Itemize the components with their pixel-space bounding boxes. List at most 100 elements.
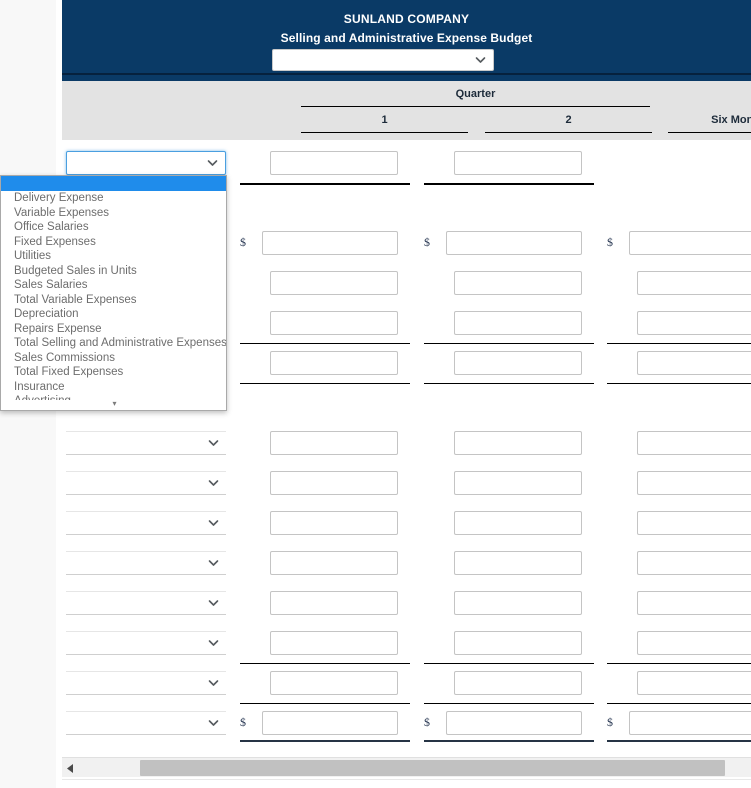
dropdown-option[interactable]: Delivery Expense xyxy=(1,191,226,206)
expense-line-select-row11[interactable] xyxy=(66,671,226,695)
expense-line-select-row10[interactable] xyxy=(66,631,226,655)
column-group-quarter: Quarter xyxy=(455,88,496,100)
amount-input-q2-row0[interactable] xyxy=(454,151,582,175)
period-select-wrapper[interactable] xyxy=(272,49,494,71)
amount-input-six-months-row5[interactable] xyxy=(637,431,751,455)
subtotal-rule-q2-d xyxy=(424,703,594,704)
amount-input-q2-row1[interactable] xyxy=(446,231,582,255)
dropdown-option[interactable]: Fixed Expenses xyxy=(1,235,226,250)
dropdown-option[interactable]: Insurance xyxy=(1,380,226,395)
amount-input-six-months-row8[interactable] xyxy=(637,551,751,575)
quarter-group-underline xyxy=(301,106,650,107)
amount-input-six-months-row3[interactable] xyxy=(637,311,751,335)
expense-line-select-row7[interactable] xyxy=(66,511,226,535)
amount-input-six-months-row1[interactable] xyxy=(629,231,751,255)
currency-symbol: $ xyxy=(424,715,430,729)
amount-input-q2-row2[interactable] xyxy=(454,271,582,295)
expense-line-select-row5[interactable] xyxy=(66,431,226,455)
horizontal-scrollbar-thumb[interactable] xyxy=(140,760,725,776)
grand-total-rule-six xyxy=(607,740,751,742)
dropdown-option[interactable]: Variable Expenses xyxy=(1,206,226,221)
dropdown-option[interactable]: Total Fixed Expenses xyxy=(1,365,226,380)
subtotal-rule-q1-top xyxy=(240,183,410,185)
amount-input-q1-row3[interactable] xyxy=(270,311,398,335)
dropdown-option[interactable]: Total Variable Expenses xyxy=(1,293,226,308)
company-name: SUNLAND COMPANY xyxy=(343,12,470,26)
q1-underline xyxy=(301,132,468,133)
subtotal-rule-q2-b xyxy=(424,383,594,384)
expense-line-dropdown-popup[interactable]: Delivery Expense Variable Expenses Office … xyxy=(0,175,227,411)
column-header-q1: 1 xyxy=(381,114,388,126)
dropdown-option[interactable]: Total Selling and Administrative Expense… xyxy=(1,336,226,351)
amount-input-q2-row9[interactable] xyxy=(454,591,582,615)
amount-input-q2-row7[interactable] xyxy=(454,511,582,535)
subtotal-rule-q1-b xyxy=(240,383,410,384)
subtotal-rule-q2-c xyxy=(424,663,594,664)
subtotal-rule-q1-a xyxy=(240,343,410,344)
grand-total-rule-q2 xyxy=(424,740,594,742)
amount-input-q1-row2[interactable] xyxy=(270,271,398,295)
amount-input-q1-row8[interactable] xyxy=(270,551,398,575)
amount-input-six-months-row9[interactable] xyxy=(637,591,751,615)
page-left-gutter-bottom xyxy=(0,770,56,788)
subtotal-rule-q2-top xyxy=(424,183,594,185)
amount-input-q1-row4[interactable] xyxy=(270,351,398,375)
chevron-down-icon xyxy=(208,518,219,529)
amount-input-q2-row10[interactable] xyxy=(454,631,582,655)
amount-input-q1-row5[interactable] xyxy=(270,431,398,455)
chevron-down-icon xyxy=(208,438,219,449)
subtotal-rule-q2-a xyxy=(424,343,594,344)
q2-underline xyxy=(485,132,652,133)
amount-input-six-months-row6[interactable] xyxy=(637,471,751,495)
amount-input-q2-row12[interactable] xyxy=(446,711,582,735)
amount-input-six-months-row10[interactable] xyxy=(637,631,751,655)
amount-input-q2-row6[interactable] xyxy=(454,471,582,495)
dropdown-option-blank[interactable] xyxy=(1,176,226,191)
chevron-down-icon xyxy=(208,478,219,489)
expense-line-select-row0[interactable] xyxy=(66,151,226,175)
chevron-down-icon xyxy=(208,638,219,649)
horizontal-scrollbar[interactable] xyxy=(62,757,751,777)
amount-input-six-months-row7[interactable] xyxy=(637,511,751,535)
budget-worksheet-page: SUNLAND COMPANY Selling and Administrati… xyxy=(0,0,751,788)
six-months-underline xyxy=(668,132,751,133)
amount-input-q2-row3[interactable] xyxy=(454,311,582,335)
currency-symbol: $ xyxy=(240,715,246,729)
amount-input-q2-row4[interactable] xyxy=(454,351,582,375)
currency-symbol: $ xyxy=(607,715,613,729)
expense-line-select-row12[interactable] xyxy=(66,711,226,735)
amount-input-six-months-row4[interactable] xyxy=(637,351,751,375)
subtotal-rule-q1-c xyxy=(240,663,410,664)
amount-input-q1-row1[interactable] xyxy=(262,231,398,255)
expense-line-select-row8[interactable] xyxy=(66,551,226,575)
dropdown-scroll-down-icon[interactable]: ▾ xyxy=(1,400,226,410)
amount-input-q2-row11[interactable] xyxy=(454,671,582,695)
report-title: Selling and Administrative Expense Budge… xyxy=(280,31,533,45)
amount-input-q1-row10[interactable] xyxy=(270,631,398,655)
dropdown-option[interactable]: Depreciation xyxy=(1,307,226,322)
dropdown-option[interactable]: Sales Salaries xyxy=(1,278,226,293)
dropdown-option[interactable]: Sales Commissions xyxy=(1,351,226,366)
amount-input-six-months-row2[interactable] xyxy=(637,271,751,295)
scroll-left-icon[interactable] xyxy=(62,758,79,778)
page-bottom-divider xyxy=(62,779,751,780)
amount-input-q1-row6[interactable] xyxy=(270,471,398,495)
dropdown-option[interactable]: Office Salaries xyxy=(1,220,226,235)
amount-input-q1-row0[interactable] xyxy=(270,151,398,175)
amount-input-six-months-row12[interactable] xyxy=(629,711,751,735)
amount-input-q1-row11[interactable] xyxy=(270,671,398,695)
expense-line-select-row6[interactable] xyxy=(66,471,226,495)
dropdown-option[interactable]: Utilities xyxy=(1,249,226,264)
amount-input-q2-row5[interactable] xyxy=(454,431,582,455)
amount-input-six-months-row11[interactable] xyxy=(637,671,751,695)
period-select[interactable] xyxy=(272,49,494,71)
dropdown-option[interactable]: Budgeted Sales in Units xyxy=(1,264,226,279)
dropdown-option[interactable]: Repairs Expense xyxy=(1,322,226,337)
expense-line-select-row9[interactable] xyxy=(66,591,226,615)
amount-input-q2-row8[interactable] xyxy=(454,551,582,575)
amount-input-q1-row9[interactable] xyxy=(270,591,398,615)
chevron-down-icon xyxy=(475,55,486,66)
amount-input-q1-row7[interactable] xyxy=(270,511,398,535)
subtotal-rule-six-c xyxy=(607,663,751,664)
amount-input-q1-row12[interactable] xyxy=(262,711,398,735)
